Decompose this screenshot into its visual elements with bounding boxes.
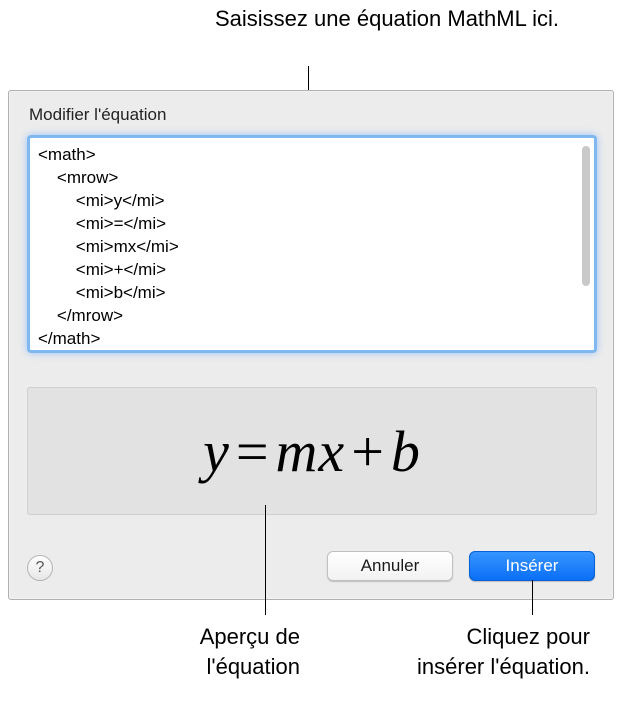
eq-equals: = bbox=[230, 419, 276, 484]
help-button[interactable]: ? bbox=[27, 555, 53, 581]
dialog-title: Modifier l'équation bbox=[29, 105, 166, 125]
callout-top: Saisissez une équation MathML ici. bbox=[215, 4, 595, 34]
callout-bl-line2: l'équation bbox=[207, 654, 301, 679]
eq-plus: + bbox=[345, 419, 391, 484]
equation-editor-dialog: Modifier l'équation <math> <mrow> <mi>y<… bbox=[8, 90, 614, 600]
eq-mx: mx bbox=[276, 419, 346, 484]
equation-preview: y=mx+b bbox=[27, 387, 597, 515]
eq-b: b bbox=[391, 419, 421, 484]
eq-y: y bbox=[203, 419, 230, 484]
leader-bottom-left bbox=[265, 505, 266, 615]
mathml-textarea[interactable]: <math> <mrow> <mi>y</mi> <mi>=</mi> <mi>… bbox=[27, 135, 597, 353]
cancel-button-label: Annuler bbox=[361, 556, 420, 576]
mathml-textarea-content[interactable]: <math> <mrow> <mi>y</mi> <mi>=</mi> <mi>… bbox=[38, 144, 574, 344]
callout-br-line1: Cliquez pour bbox=[466, 624, 590, 649]
insert-button-label: Insérer bbox=[506, 556, 559, 576]
cancel-button[interactable]: Annuler bbox=[327, 551, 453, 581]
callout-bottom-left: Aperçu de l'équation bbox=[120, 622, 300, 681]
equation-rendered: y=mx+b bbox=[203, 418, 421, 485]
callout-br-line2: insérer l'équation. bbox=[417, 654, 590, 679]
leader-bottom-right bbox=[532, 580, 533, 615]
callout-bl-line1: Aperçu de bbox=[200, 624, 300, 649]
insert-button[interactable]: Insérer bbox=[469, 551, 595, 581]
scrollbar-thumb[interactable] bbox=[582, 146, 590, 286]
callout-bottom-right: Cliquez pour insérer l'équation. bbox=[370, 622, 590, 681]
help-icon: ? bbox=[36, 559, 45, 577]
